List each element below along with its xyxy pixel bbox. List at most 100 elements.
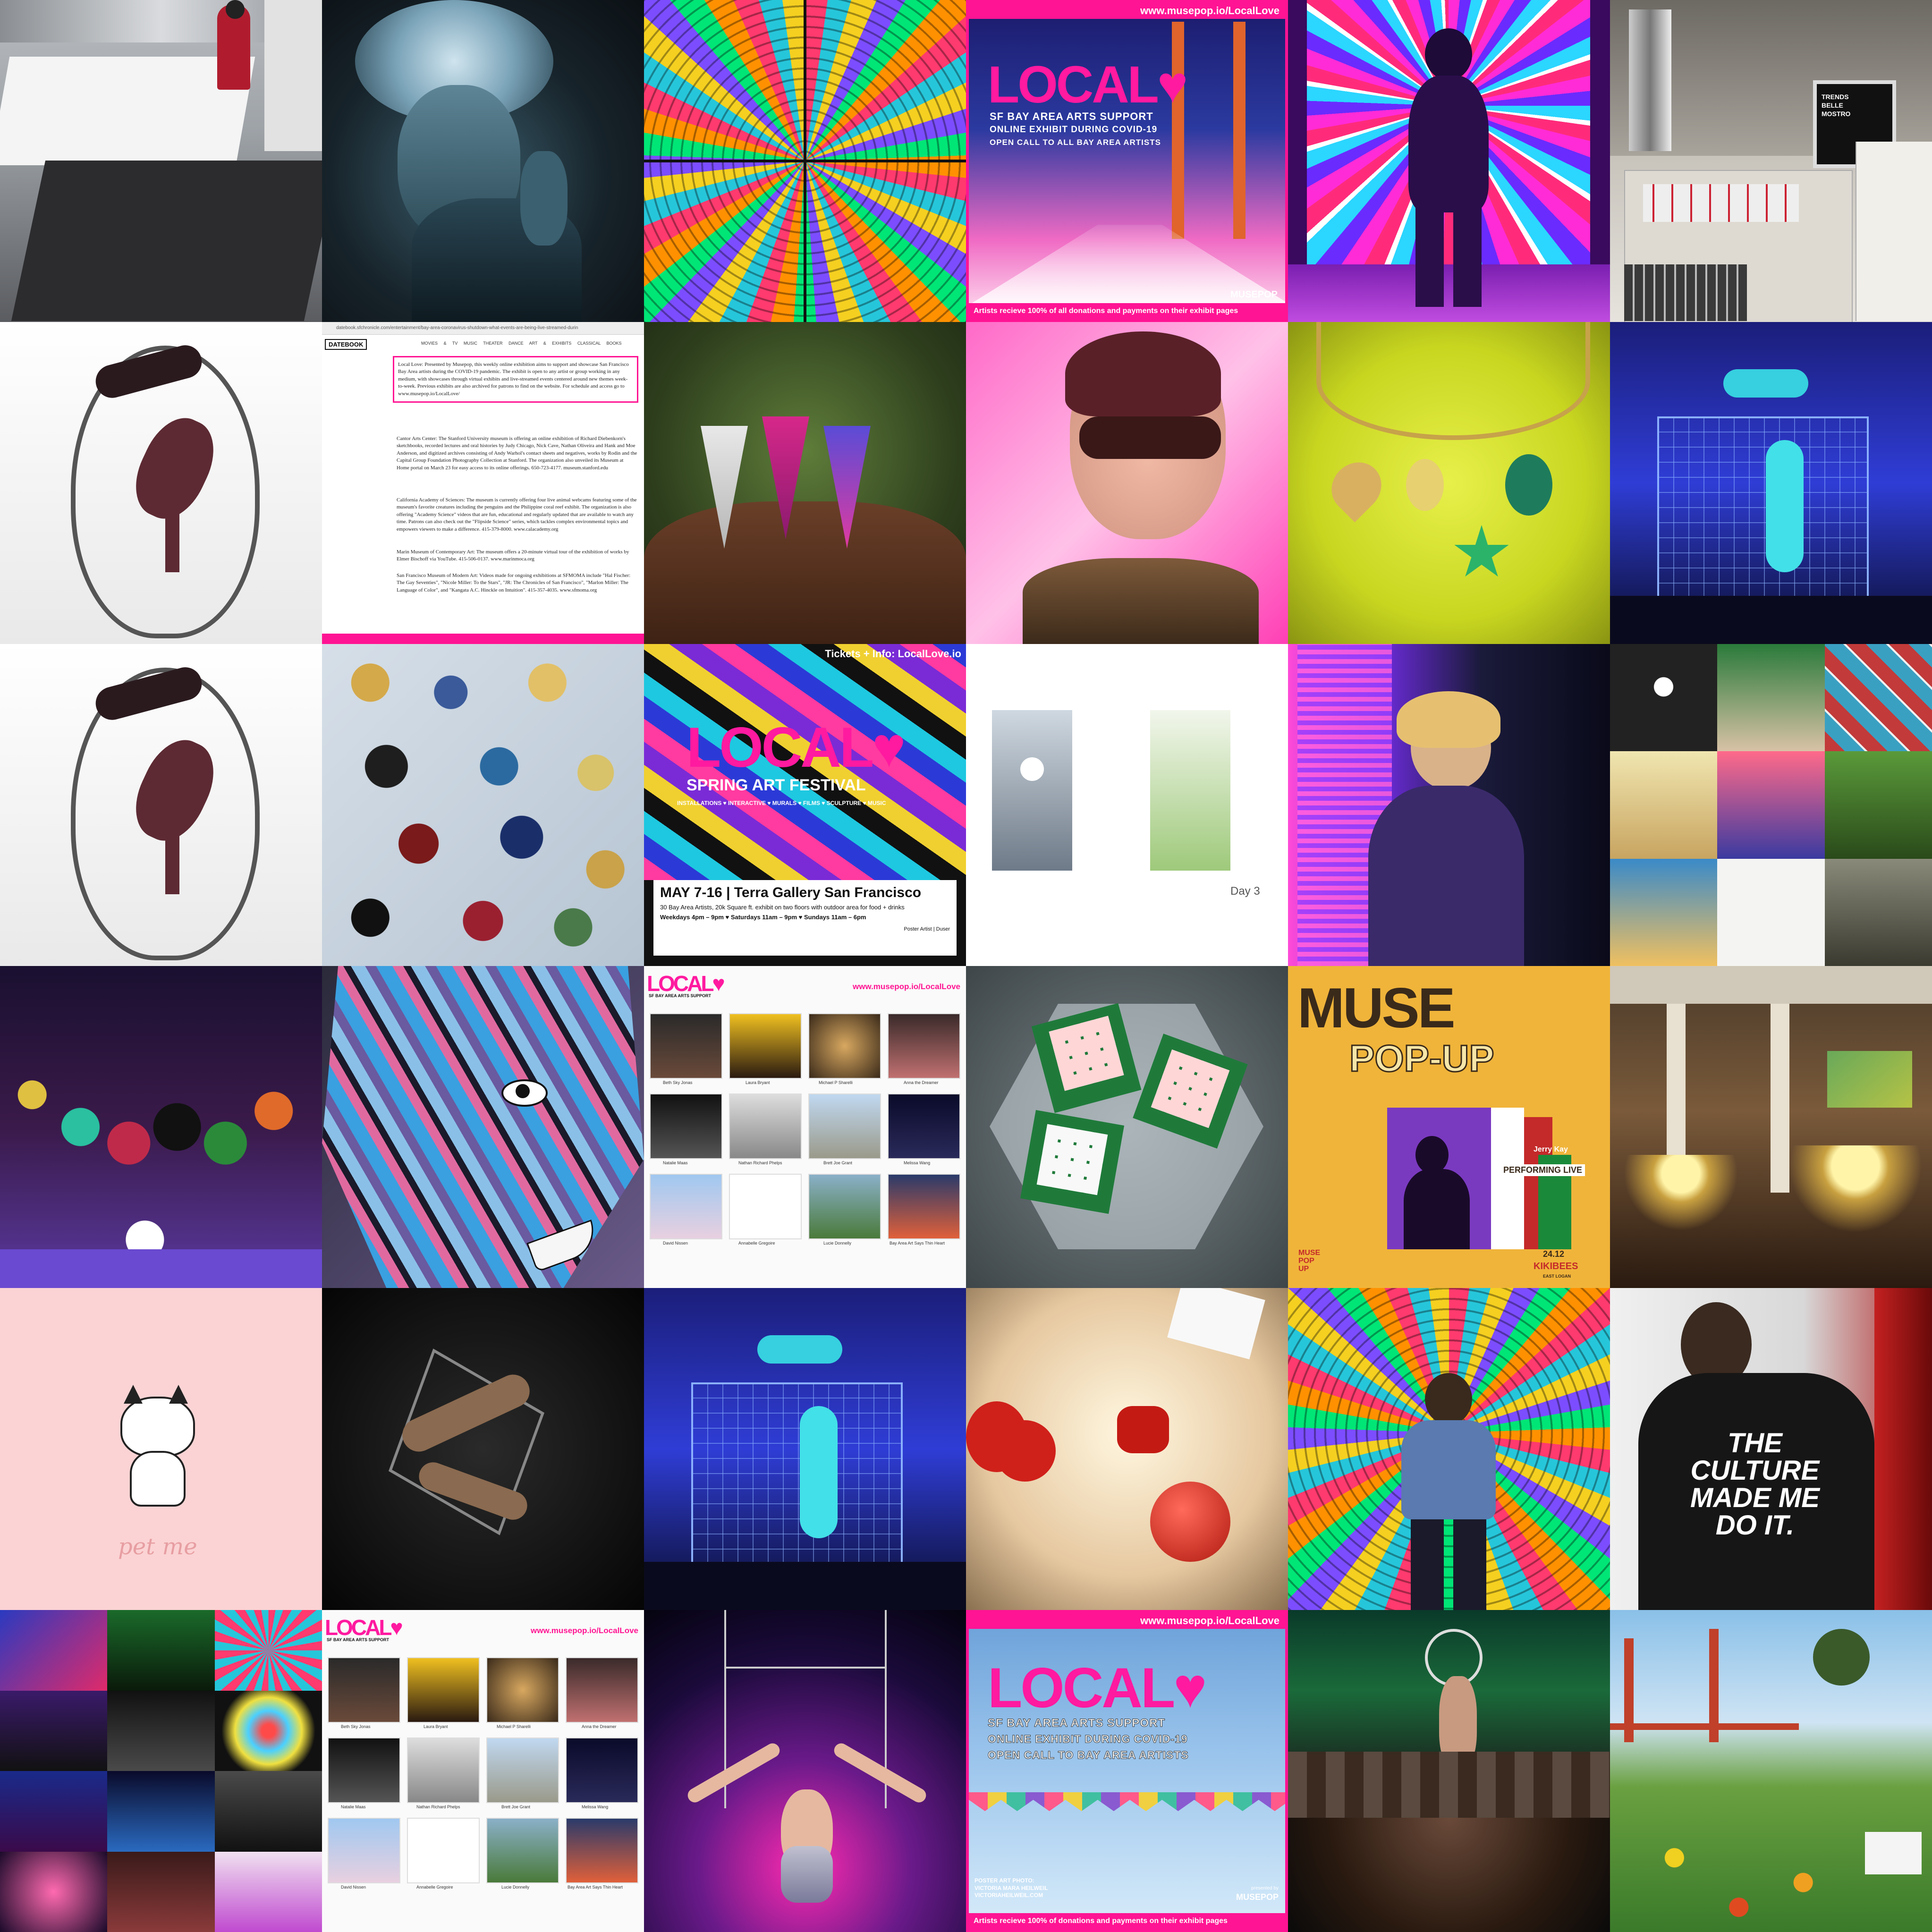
poster-line2: ONLINE EXHIBIT DURING COVID-19 bbox=[990, 125, 1158, 135]
gallery-url[interactable]: www.musepop.io/LocalLove bbox=[853, 982, 960, 991]
tile-culture-tshirt[interactable]: THE CULTURE MADE ME DO IT. bbox=[1610, 1288, 1932, 1610]
muse-pop-up-logo: MUSE POP UP bbox=[1298, 1249, 1321, 1273]
tile-local-love-gallery-1[interactable]: LOCAL♥ SF BAY AREA ARTS SUPPORT www.muse… bbox=[644, 966, 966, 1288]
tile-vortex-man[interactable] bbox=[1288, 1288, 1610, 1610]
artist-thumb[interactable] bbox=[407, 1657, 480, 1723]
tile-charm-collection[interactable] bbox=[322, 644, 644, 966]
artist-thumb[interactable] bbox=[566, 1657, 638, 1723]
artist-thumb[interactable] bbox=[729, 1013, 802, 1079]
local-logo: LOCAL♥ bbox=[988, 56, 1188, 114]
article-p5: San Francisco Museum of Modern Art: Vide… bbox=[397, 573, 631, 593]
instagram-grid: www.musepop.io/LocalLove LOCAL♥ SF BAY A… bbox=[0, 0, 1932, 1932]
heart-icon: ♥ bbox=[1157, 56, 1188, 114]
muse-title: MUSE bbox=[1297, 976, 1456, 1040]
article-highlight: Local Love: Presented by Musepop, this w… bbox=[393, 356, 638, 403]
tile-circuit-instrument[interactable] bbox=[966, 966, 1288, 1288]
tile-mini-collage-dark[interactable] bbox=[0, 1610, 322, 1932]
tile-color-vortex[interactable] bbox=[644, 0, 966, 322]
poster-line3: OPEN CALL TO BAY AREA ARTISTS bbox=[988, 1749, 1189, 1762]
article-p3: California Academy of Sciences: The muse… bbox=[397, 497, 637, 532]
tile-local-love-sky-poster[interactable]: www.musepop.io/LocalLove LOCAL♥ SF BAY A… bbox=[966, 1610, 1288, 1932]
tile-vintage-computer[interactable]: TRENDS BELLE MOSTRO bbox=[1610, 0, 1932, 322]
tile-sunglasses-portrait[interactable] bbox=[966, 322, 1288, 644]
performing-label: PERFORMING LIVE bbox=[1500, 1164, 1585, 1176]
tile-red-buttons-table[interactable] bbox=[966, 1288, 1288, 1610]
artist-thumb[interactable] bbox=[566, 1818, 638, 1883]
tile-aerial-hoop-show[interactable] bbox=[1288, 1610, 1610, 1932]
artist-thumb[interactable] bbox=[650, 1013, 722, 1079]
artist-thumb[interactable] bbox=[729, 1093, 802, 1159]
tile-heart-pendants[interactable] bbox=[644, 322, 966, 644]
tile-local-love-gallery-2[interactable]: LOCAL♥ SF BAY AREA ARTS SUPPORT www.muse… bbox=[322, 1610, 644, 1932]
artist-thumb[interactable] bbox=[407, 1737, 480, 1803]
artist-thumb[interactable] bbox=[808, 1174, 881, 1239]
artist-thumb[interactable] bbox=[328, 1737, 400, 1803]
tile-mini-collage-grid[interactable] bbox=[1610, 644, 1932, 966]
popup-subtitle: POP-UP bbox=[1349, 1037, 1495, 1080]
tile-light-sculptures-gallery[interactable] bbox=[1610, 966, 1932, 1288]
festival-info-box: MAY 7-16 | Terra Gallery San Francisco 3… bbox=[653, 880, 957, 956]
artist-thumb[interactable] bbox=[808, 1093, 881, 1159]
poster-line1: SF BAY AREA ARTS SUPPORT bbox=[987, 1717, 1166, 1730]
musepop-brand: MUSEPOP bbox=[1230, 289, 1278, 300]
datebook-nav[interactable]: MOVIES & TV MUSIC THEATER DANCE ART & EX… bbox=[421, 341, 622, 346]
tile-day3-photos[interactable]: Day 3 bbox=[966, 644, 1288, 966]
poster-url[interactable]: www.musepop.io/LocalLove bbox=[969, 3, 1285, 19]
tile-woman-portal[interactable] bbox=[1288, 0, 1610, 322]
tile-acrobats-hoop-1[interactable] bbox=[0, 322, 322, 644]
artist-thumb[interactable] bbox=[808, 1013, 881, 1079]
artist-thumb[interactable] bbox=[566, 1737, 638, 1803]
poster-line2: ONLINE EXHIBIT DURING COVID-19 bbox=[988, 1733, 1188, 1746]
tile-muse-popup-poster[interactable]: MUSE POP-UP Jerry Kay PERFORMING LIVE MU… bbox=[1288, 966, 1610, 1288]
artist-thumb[interactable] bbox=[888, 1093, 960, 1159]
heart-icon: ♥ bbox=[872, 716, 906, 779]
gallery-url[interactable]: www.musepop.io/LocalLove bbox=[531, 1626, 638, 1635]
poster-credit: POSTER ART PHOTO: VICTORIA MARA HEILWEIL V… bbox=[974, 1877, 1048, 1899]
tile-charm-necklaces[interactable] bbox=[1288, 322, 1610, 644]
tile-datebook-article[interactable]: datebook.sfchronicle.com/entertainment/b… bbox=[322, 322, 644, 644]
tile-spring-art-festival-poster[interactable]: Tickets + Info: LocalLove.io LOCAL♥ SPRI… bbox=[644, 644, 966, 966]
local-logo: LOCAL♥ bbox=[988, 1656, 1207, 1720]
tile-blue-goddess[interactable] bbox=[322, 0, 644, 322]
heart-icon: ♥ bbox=[1173, 1656, 1207, 1720]
pet-me-caption: pet me bbox=[118, 1534, 197, 1560]
artist-thumb[interactable] bbox=[407, 1818, 480, 1883]
event-date: 24.12 bbox=[1543, 1249, 1565, 1259]
festival-categories: INSTALLATIONS ♥ INTERACTIVE ♥ MURALS ♥ F… bbox=[677, 800, 886, 806]
tickets-link[interactable]: Tickets + Info: LocalLove.io bbox=[825, 648, 961, 660]
day-label: Day 3 bbox=[1230, 885, 1260, 898]
tile-local-love-bridge-poster[interactable]: www.musepop.io/LocalLove LOCAL♥ SF BAY A… bbox=[966, 0, 1288, 322]
tile-juggling-cast[interactable] bbox=[0, 966, 322, 1288]
artist-thumb[interactable] bbox=[650, 1093, 722, 1159]
big-red-button[interactable] bbox=[1150, 1482, 1230, 1562]
cat-icon bbox=[120, 1397, 195, 1457]
tile-elephant-illustration[interactable] bbox=[322, 966, 644, 1288]
tile-cube-dancer[interactable] bbox=[322, 1288, 644, 1610]
artist-thumb[interactable] bbox=[888, 1174, 960, 1239]
tile-cage-installation-1[interactable] bbox=[1610, 322, 1932, 644]
tile-acrobats-hoop-2[interactable] bbox=[0, 644, 322, 966]
festival-title: SPRING ART FESTIVAL bbox=[686, 776, 866, 794]
datebook-logo[interactable]: DATEBOOK bbox=[325, 339, 367, 350]
gallery-logo: LOCAL♥ bbox=[325, 1615, 403, 1640]
artist-thumb[interactable] bbox=[888, 1013, 960, 1079]
tile-cage-installation-2[interactable] bbox=[644, 1288, 966, 1610]
artist-thumb[interactable] bbox=[650, 1174, 722, 1239]
artist-thumb[interactable] bbox=[486, 1737, 559, 1803]
tile-artist-tables[interactable] bbox=[0, 0, 322, 322]
tile-led-portrait[interactable] bbox=[1288, 644, 1610, 966]
tile-trapeze-performer[interactable] bbox=[644, 1610, 966, 1932]
poster-url[interactable]: www.musepop.io/LocalLove bbox=[969, 1613, 1285, 1629]
heart-icon: ♥ bbox=[390, 1615, 403, 1640]
tshirt-slogan: THE CULTURE MADE ME DO IT. bbox=[1690, 1428, 1820, 1541]
artist-thumb[interactable] bbox=[328, 1657, 400, 1723]
tile-pet-me-cat[interactable]: pet me bbox=[0, 1288, 322, 1610]
artist-thumb[interactable] bbox=[328, 1818, 400, 1883]
artist-name: Jerry Kay bbox=[1534, 1145, 1568, 1153]
artist-thumb[interactable] bbox=[729, 1174, 802, 1239]
event-venue: KIKIBEES bbox=[1534, 1261, 1578, 1271]
artist-thumb[interactable] bbox=[486, 1818, 559, 1883]
tile-golden-gate-collage[interactable] bbox=[1610, 1610, 1932, 1932]
artist-thumb[interactable] bbox=[486, 1657, 559, 1723]
browser-address-bar[interactable]: datebook.sfchronicle.com/entertainment/b… bbox=[322, 322, 644, 335]
